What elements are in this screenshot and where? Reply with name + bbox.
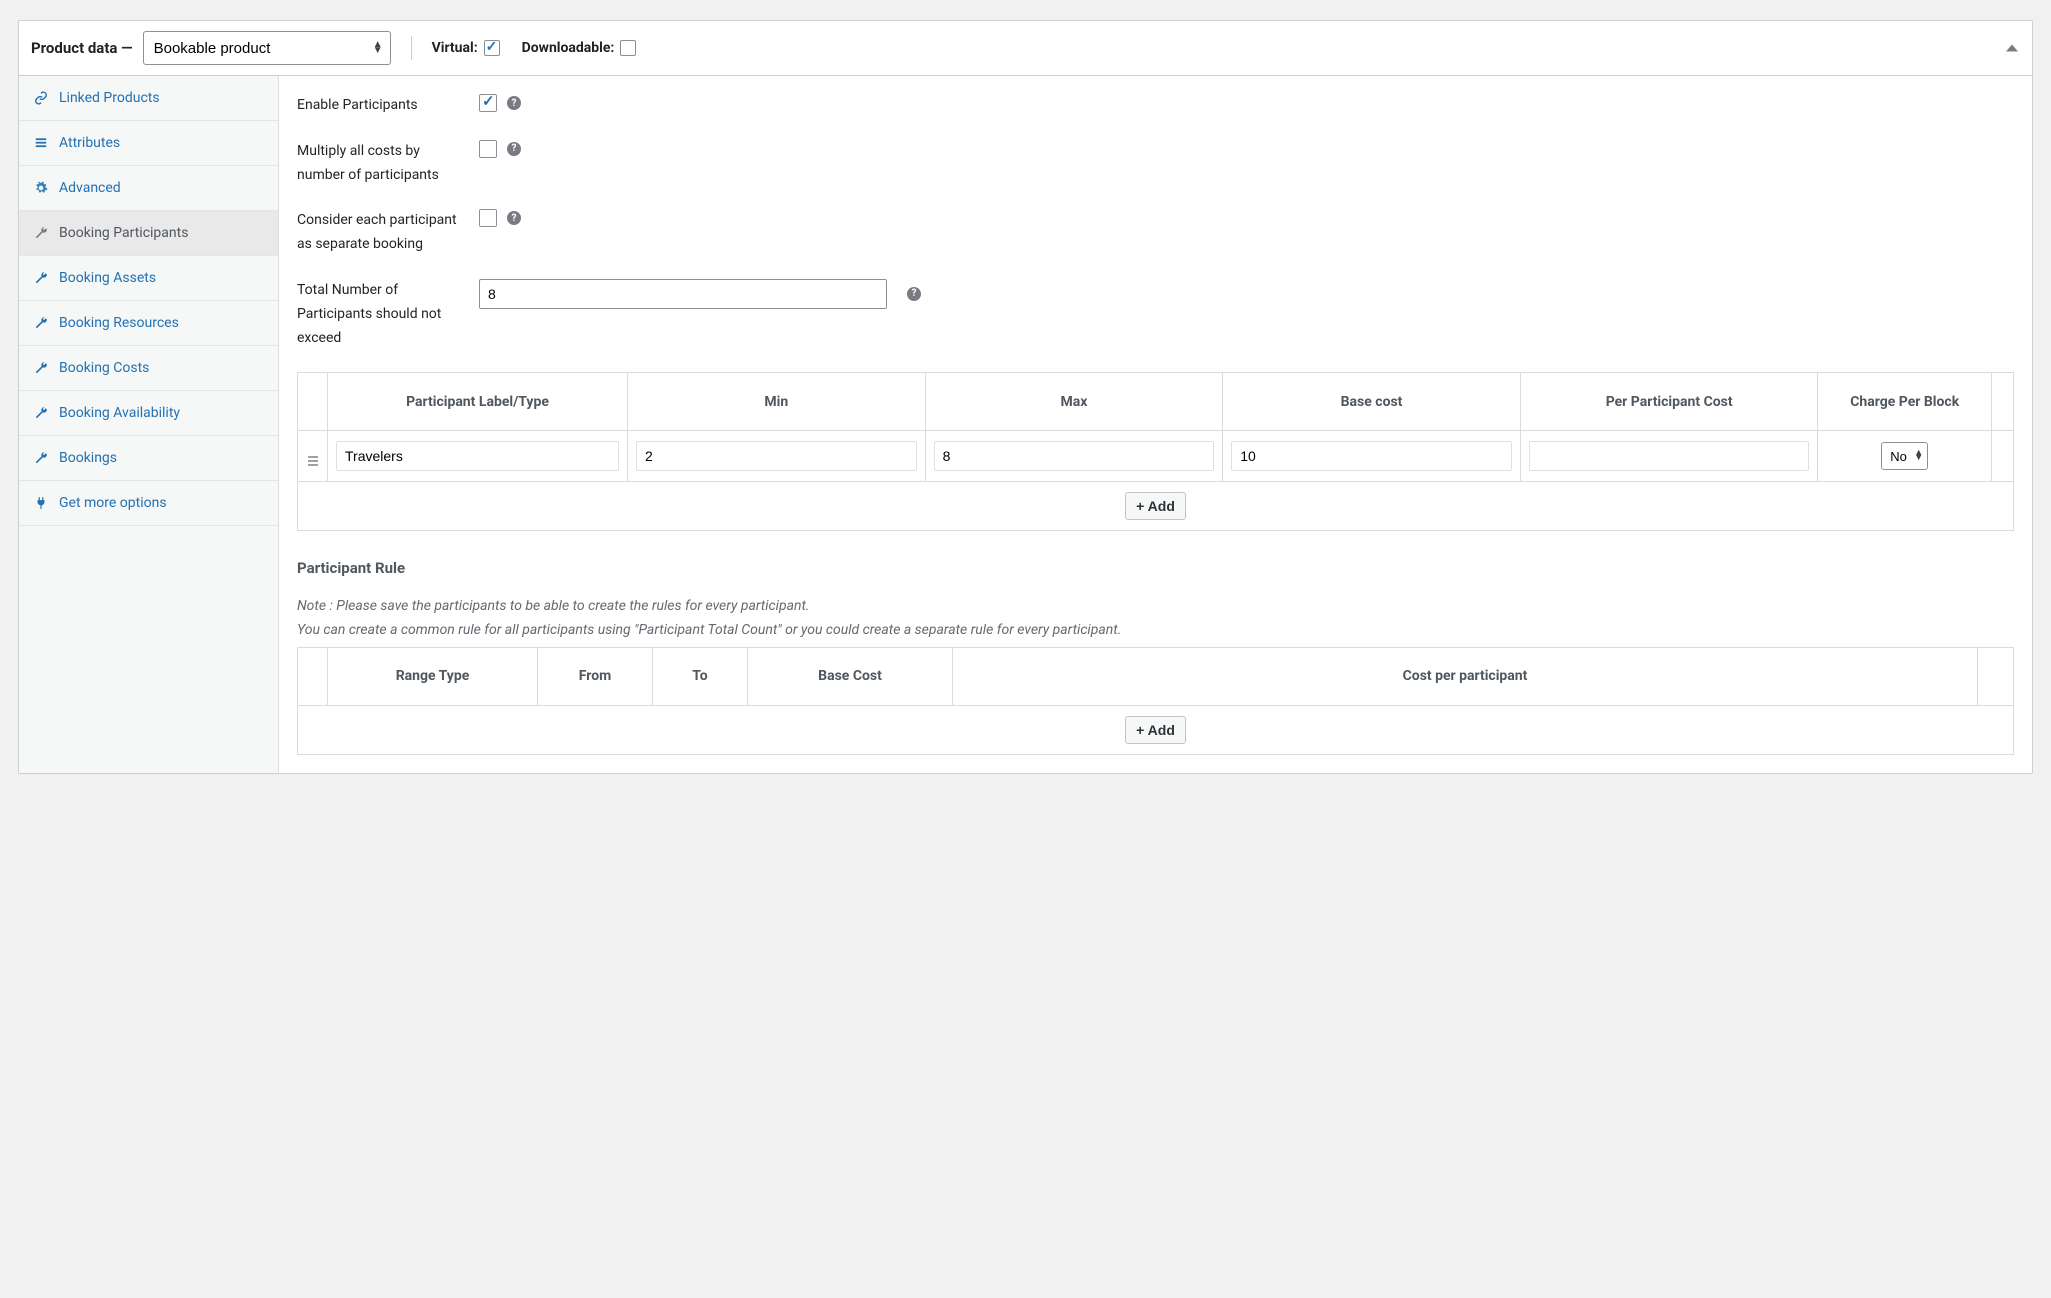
gear-icon bbox=[33, 180, 49, 196]
settings-tabs-sidebar: Linked Products Attributes Advanced Booking… bbox=[19, 76, 279, 773]
rules-col-header: Range Type bbox=[328, 647, 538, 705]
sidebar-tab-attributes[interactable]: Attributes bbox=[19, 121, 278, 166]
help-icon[interactable]: ? bbox=[907, 287, 921, 301]
sidebar-tab-label: Booking Costs bbox=[59, 360, 149, 376]
sidebar-tab-label: Booking Participants bbox=[59, 225, 188, 241]
downloadable-checkbox[interactable] bbox=[620, 40, 636, 56]
enable-participants-label: Enable Participants bbox=[297, 94, 465, 118]
multiply-costs-checkbox[interactable] bbox=[479, 140, 497, 158]
rules-col-header bbox=[1978, 647, 2014, 705]
sidebar-tab-label: Bookings bbox=[59, 450, 117, 466]
enable-participants-row: Enable Participants ? bbox=[297, 94, 2014, 118]
participants-col-header: Per Participant Cost bbox=[1520, 373, 1818, 431]
header-checks: Virtual: Downloadable: bbox=[432, 40, 637, 56]
divider bbox=[411, 36, 412, 60]
participants-col-header: Max bbox=[925, 373, 1223, 431]
sidebar-tab-advanced[interactable]: Advanced bbox=[19, 166, 278, 211]
list-icon bbox=[33, 135, 49, 151]
sidebar-tab-booking-assets[interactable]: Booking Assets bbox=[19, 256, 278, 301]
participants-col-header: Participant Label/Type bbox=[328, 373, 628, 431]
max-participants-row: Total Number of Participants should not … bbox=[297, 279, 2014, 350]
participant-rule-note: Note : Please save the participants to b… bbox=[297, 595, 2014, 643]
sidebar-tab-booking-participants[interactable]: Booking Participants bbox=[19, 211, 278, 256]
participants-col-header: Min bbox=[628, 373, 926, 431]
participant-label-input[interactable] bbox=[336, 441, 619, 471]
separate-booking-label: Consider each participant as separate bo… bbox=[297, 209, 465, 257]
wrench-icon bbox=[33, 225, 49, 241]
sidebar-tab-linked-products[interactable]: Linked Products bbox=[19, 76, 278, 121]
sidebar-tab-label: Booking Assets bbox=[59, 270, 156, 286]
sidebar-tab-bookings[interactable]: Bookings bbox=[19, 436, 278, 481]
sidebar-tab-label: Booking Availability bbox=[59, 405, 180, 421]
tab-content: Enable Participants ? Multiply all costs… bbox=[279, 76, 2032, 773]
sidebar-tab-label: Advanced bbox=[59, 180, 121, 196]
max-participants-input[interactable] bbox=[479, 279, 887, 309]
rules-col-header: Cost per participant bbox=[953, 647, 1978, 705]
link-icon bbox=[33, 90, 49, 106]
sidebar-tab-booking-availability[interactable]: Booking Availability bbox=[19, 391, 278, 436]
downloadable-label: Downloadable: bbox=[522, 40, 615, 56]
wrench-icon bbox=[33, 360, 49, 376]
wrench-icon bbox=[33, 315, 49, 331]
rules-col-header: From bbox=[538, 647, 653, 705]
participants-col-header: Charge Per Block bbox=[1818, 373, 1992, 431]
participant-max-input[interactable] bbox=[934, 441, 1215, 471]
add-rule-button[interactable]: + Add bbox=[1125, 716, 1186, 744]
wrench-icon bbox=[33, 450, 49, 466]
participant-min-input[interactable] bbox=[636, 441, 917, 471]
sidebar-tab-booking-resources[interactable]: Booking Resources bbox=[19, 301, 278, 346]
rules-col-header bbox=[298, 647, 328, 705]
separate-booking-row: Consider each participant as separate bo… bbox=[297, 209, 2014, 257]
rules-col-header: Base Cost bbox=[748, 647, 953, 705]
plug-icon bbox=[33, 495, 49, 511]
participants-col-header bbox=[1992, 373, 2014, 431]
enable-participants-checkbox[interactable] bbox=[479, 94, 497, 112]
product-type-select[interactable]: Bookable product bbox=[143, 31, 391, 65]
separate-booking-checkbox[interactable] bbox=[479, 209, 497, 227]
product-type-select-wrap: Bookable product ▲▼ bbox=[143, 31, 391, 65]
sidebar-tab-label: Get more options bbox=[59, 495, 167, 511]
panel-title: Product data — bbox=[31, 39, 133, 57]
help-icon[interactable]: ? bbox=[507, 96, 521, 110]
participant-actions-cell bbox=[1992, 431, 2014, 482]
help-icon[interactable]: ? bbox=[507, 211, 521, 225]
participants-table: Participant Label/TypeMinMaxBase costPer… bbox=[297, 372, 2014, 531]
participant-rule-heading: Participant Rule bbox=[297, 559, 2014, 577]
sidebar-tab-label: Linked Products bbox=[59, 90, 160, 106]
product-data-panel: Product data — Bookable product ▲▼ Virtu… bbox=[18, 20, 2033, 774]
max-participants-label: Total Number of Participants should not … bbox=[297, 279, 465, 350]
panel-body: Linked Products Attributes Advanced Booking… bbox=[19, 76, 2032, 773]
sidebar-tab-label: Booking Resources bbox=[59, 315, 179, 331]
help-icon[interactable]: ? bbox=[507, 142, 521, 156]
wrench-icon bbox=[33, 405, 49, 421]
add-participant-button[interactable]: + Add bbox=[1125, 492, 1186, 520]
sidebar-tab-booking-costs[interactable]: Booking Costs bbox=[19, 346, 278, 391]
multiply-costs-row: Multiply all costs by number of particip… bbox=[297, 140, 2014, 188]
sidebar-tab-get-more-options[interactable]: Get more options bbox=[19, 481, 278, 526]
rules-col-header: To bbox=[653, 647, 748, 705]
downloadable-field[interactable]: Downloadable: bbox=[522, 40, 637, 56]
charge-per-block-select[interactable]: No bbox=[1881, 442, 1928, 470]
virtual-label: Virtual: bbox=[432, 40, 478, 56]
participant-base-cost-input[interactable] bbox=[1231, 441, 1512, 471]
participants-col-header bbox=[298, 373, 328, 431]
virtual-checkbox[interactable] bbox=[484, 40, 500, 56]
sidebar-tab-label: Attributes bbox=[59, 135, 120, 151]
panel-header: Product data — Bookable product ▲▼ Virtu… bbox=[19, 21, 2032, 76]
participant-per-cost-input[interactable] bbox=[1529, 441, 1810, 471]
collapse-toggle-icon[interactable] bbox=[2006, 45, 2018, 52]
virtual-field[interactable]: Virtual: bbox=[432, 40, 500, 56]
participant-rules-table: Range TypeFromToBase CostCost per partic… bbox=[297, 647, 2014, 755]
participant-row: No▲▼ bbox=[298, 431, 2014, 482]
multiply-costs-label: Multiply all costs by number of particip… bbox=[297, 140, 465, 188]
drag-handle-icon[interactable] bbox=[298, 431, 328, 482]
wrench-icon bbox=[33, 270, 49, 286]
participants-col-header: Base cost bbox=[1223, 373, 1521, 431]
